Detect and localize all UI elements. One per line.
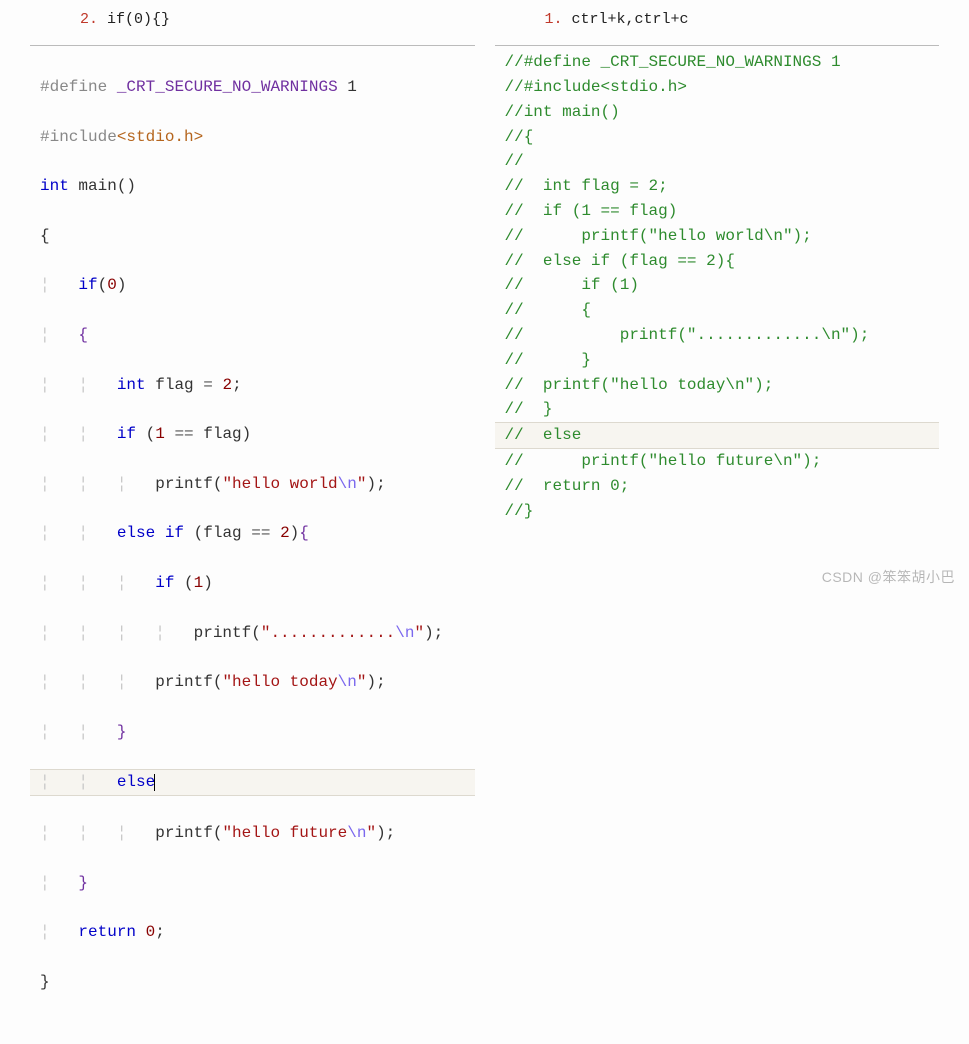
- comment-line: // if (1 == flag): [495, 199, 940, 224]
- comment-line: // printf("hello world\n");: [495, 224, 940, 249]
- comment-text: // if (1): [505, 276, 639, 294]
- comment-text: //int main(): [505, 103, 620, 121]
- left-header-number: 2.: [80, 11, 98, 28]
- macro-value: 1: [347, 78, 357, 96]
- fn-main: main: [78, 177, 116, 195]
- macro-name: _CRT_SECURE_NO_WARNINGS: [117, 78, 338, 96]
- comment-text: // printf(".............\n");: [505, 326, 870, 344]
- fn-printf4: printf: [155, 824, 213, 842]
- comment-text: //: [505, 152, 524, 170]
- comment-text: //#include<stdio.h>: [505, 78, 687, 96]
- str-today: "hello today: [222, 673, 337, 691]
- comment-text: // int flag = 2;: [505, 177, 668, 195]
- comment-text: // if (1 == flag): [505, 202, 678, 220]
- right-header-text: ctrl+k,ctrl+c: [572, 11, 689, 28]
- kw-if: if: [78, 276, 97, 294]
- comment-line: //#define _CRT_SECURE_NO_WARNINGS 1: [495, 50, 940, 75]
- pp-define: #define: [40, 78, 107, 96]
- comment-line: // return 0;: [495, 474, 940, 499]
- comment-text: // {: [505, 301, 591, 319]
- right-code: //#define _CRT_SECURE_NO_WARNINGS 1 //#in…: [495, 45, 940, 523]
- kw-return: return: [78, 923, 136, 941]
- left-column: 2. if(0){} #define _CRT_SECURE_NO_WARNIN…: [30, 0, 475, 1044]
- comment-line: //: [495, 149, 940, 174]
- right-header: 1. ctrl+k,ctrl+c: [495, 0, 940, 45]
- var-flag2: flag: [203, 425, 241, 443]
- fn-printf3: printf: [155, 673, 213, 691]
- comment-text: //{: [505, 128, 534, 146]
- comment-line: // printf("hello future\n");: [495, 449, 940, 474]
- kw-else: else: [117, 524, 155, 542]
- left-code: #define _CRT_SECURE_NO_WARNINGS 1 #inclu…: [30, 45, 475, 1044]
- comment-text: // else: [505, 426, 582, 444]
- op-eqeq2: ==: [251, 524, 270, 542]
- op-eq: =: [203, 376, 213, 394]
- comment-line: //}: [495, 499, 940, 524]
- lit-one2: 1: [194, 574, 204, 592]
- kw-int: int: [40, 177, 69, 195]
- op-eqeq: ==: [174, 425, 193, 443]
- left-header: 2. if(0){}: [30, 0, 475, 45]
- fn-printf: printf: [155, 475, 213, 493]
- esc-n2: \n: [395, 624, 414, 642]
- str-close: ": [357, 475, 367, 493]
- right-header-number: 1.: [545, 11, 563, 28]
- comment-text: // printf("hello today\n");: [505, 376, 774, 394]
- comment-line: // }: [495, 348, 940, 373]
- comment-text: // else if (flag == 2){: [505, 252, 735, 270]
- kw-if2: if: [117, 425, 136, 443]
- comment-line: // int flag = 2;: [495, 174, 940, 199]
- text-cursor: [154, 774, 155, 792]
- kw-if4: if: [155, 574, 174, 592]
- comment-line: // else: [495, 422, 940, 449]
- comment-line: // printf(".............\n");: [495, 323, 940, 348]
- lit-zero: 0: [107, 276, 117, 294]
- include-header: <stdio.h>: [117, 128, 203, 146]
- lit-zero2: 0: [146, 923, 156, 941]
- comment-line: //{: [495, 125, 940, 150]
- esc-n4: \n: [347, 824, 366, 842]
- kw-else2: else: [117, 773, 155, 791]
- str-future: "hello future: [222, 824, 347, 842]
- comment-line: // }: [495, 397, 940, 422]
- str-close2: ": [414, 624, 424, 642]
- kw-if3: if: [165, 524, 184, 542]
- comment-text: // }: [505, 351, 591, 369]
- var-flag: flag: [155, 376, 193, 394]
- comment-line: // else if (flag == 2){: [495, 249, 940, 274]
- str-close4: ": [366, 824, 376, 842]
- comment-text: // }: [505, 400, 553, 418]
- comment-line: //#include<stdio.h>: [495, 75, 940, 100]
- esc-n3: \n: [338, 673, 357, 691]
- esc-n: \n: [338, 475, 357, 493]
- comment-line: // printf("hello today\n");: [495, 373, 940, 398]
- comment-text: // printf("hello future\n");: [505, 452, 822, 470]
- comment-line: // {: [495, 298, 940, 323]
- comment-text: // return 0;: [505, 477, 630, 495]
- lit-two2: 2: [280, 524, 290, 542]
- fn-printf2: printf: [194, 624, 252, 642]
- lit-one: 1: [155, 425, 165, 443]
- comment-text: //#define _CRT_SECURE_NO_WARNINGS 1: [505, 53, 841, 71]
- comment-line: //int main(): [495, 100, 940, 125]
- pp-include: #include: [40, 128, 117, 146]
- str-close3: ": [357, 673, 367, 691]
- lit-two: 2: [222, 376, 232, 394]
- comment-text: //}: [505, 502, 534, 520]
- watermark: CSDN @笨笨胡小巴: [822, 567, 955, 589]
- var-flag3: flag: [203, 524, 241, 542]
- str-world: "hello world: [222, 475, 337, 493]
- str-dots: ".............: [261, 624, 395, 642]
- kw-int2: int: [117, 376, 146, 394]
- comment-line: // if (1): [495, 273, 940, 298]
- left-header-text: if(0){}: [107, 11, 170, 28]
- comment-text: // printf("hello world\n");: [505, 227, 812, 245]
- right-column: 1. ctrl+k,ctrl+c //#define _CRT_SECURE_N…: [495, 0, 940, 1044]
